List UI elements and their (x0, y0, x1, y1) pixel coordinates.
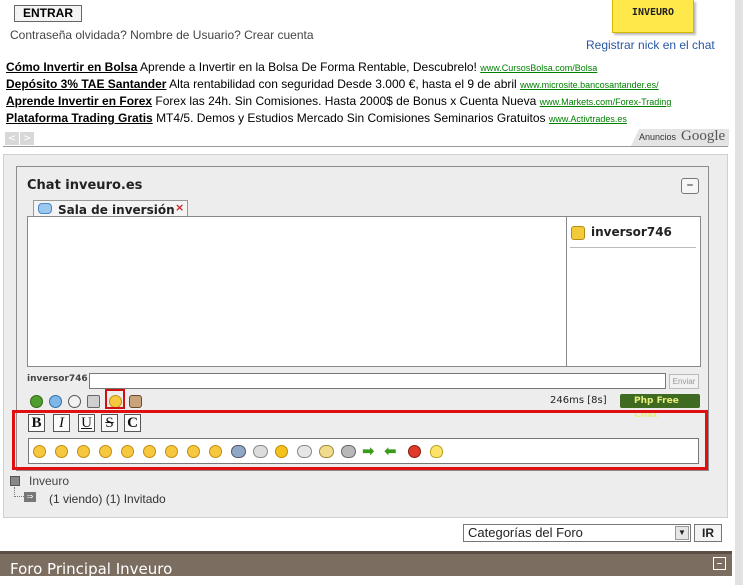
ad-row[interactable]: Cómo Invertir en Bolsa Aprende a Inverti… (6, 60, 597, 74)
ad-row[interactable]: Depósito 3% TAE Santander Alta rentabili… (6, 77, 659, 91)
viewing-count: (1 viendo) (1) Invitado (49, 492, 166, 506)
logo-text: INVEURO (631, 7, 675, 18)
storm-icon[interactable] (341, 445, 356, 458)
grin-icon[interactable] (99, 445, 112, 458)
exclamation-icon[interactable] (408, 445, 421, 458)
chevron-down-icon[interactable]: ▼ (675, 526, 689, 540)
arrow-left-icon[interactable]: ⬅ (384, 442, 397, 460)
tab-label: Sala de inversión (58, 203, 175, 217)
tongue-icon[interactable] (187, 445, 200, 458)
entrar-button[interactable]: ENTRAR (14, 5, 82, 22)
globe-icon[interactable] (30, 395, 43, 408)
forum-node-label[interactable]: Inveuro (29, 474, 69, 488)
ad-description: Alta rentabilidad con seguridad Desde 3.… (169, 77, 517, 91)
sun-cloud-icon[interactable] (319, 445, 334, 458)
smiley-selection-highlight (105, 389, 125, 409)
google-wordmark: Google (681, 128, 726, 144)
rain-cloud-icon[interactable] (231, 445, 246, 458)
clock-icon[interactable] (68, 395, 81, 408)
ad-title[interactable]: Cómo Invertir en Bolsa (6, 60, 137, 74)
bold-button[interactable]: B (28, 414, 45, 432)
inveuro-logo[interactable]: INVEURO (612, 0, 694, 33)
close-icon[interactable]: × (175, 201, 184, 214)
ad-description: MT4/5. Demos y Estudios Mercado Sin Comi… (156, 111, 546, 125)
underline-button[interactable]: U (78, 414, 95, 432)
register-nick-link[interactable]: Registrar nick en el chat (586, 38, 715, 52)
page-scroll-edge (735, 0, 743, 585)
forum-node-icon (10, 476, 20, 486)
ad-row[interactable]: Plataforma Trading Gratis MT4/5. Demos y… (6, 111, 627, 125)
lightbulb-icon[interactable] (430, 445, 443, 458)
user-list: inversor746 (566, 216, 701, 367)
arrow-right-icon[interactable]: ➡ (362, 442, 375, 460)
message-area (27, 216, 567, 367)
ad-url[interactable]: www.Markets.com/Forex-Trading (540, 97, 672, 107)
laugh-icon[interactable] (143, 445, 156, 458)
ads-by-google[interactable]: Anuncios Google (631, 129, 729, 146)
forum-category-select[interactable]: Categorías del Foro ▼ (463, 524, 691, 542)
ad-description: Aprende a Invertir en la Bolsa De Forma … (140, 60, 477, 74)
php-free-chat-badge[interactable]: Php Free Chat (620, 394, 700, 420)
account-links[interactable]: Contraseña olvidada? Nombre de Usuario? … (10, 28, 314, 42)
ad-description: Forex las 24h. Sin Comisiones. Hasta 200… (155, 94, 537, 108)
select-value: Categorías del Foro (468, 525, 583, 540)
ad-url[interactable]: www.Activtrades.es (549, 114, 627, 124)
smile-icon[interactable] (33, 445, 46, 458)
neutral-icon[interactable] (165, 445, 178, 458)
chat-title: Chat inveuro.es (27, 178, 143, 193)
ads-label: Anuncios (639, 132, 677, 142)
user-shield-icon (571, 226, 585, 240)
arrow-icon: ⇒ (24, 492, 36, 502)
chevron-right-icon[interactable]: > (20, 132, 34, 145)
speaker-icon[interactable] (87, 395, 100, 408)
ad-title[interactable]: Depósito 3% TAE Santander (6, 77, 166, 91)
collapse-chat-button[interactable]: – (681, 178, 699, 194)
ad-navigation: < > (5, 130, 35, 145)
strike-button[interactable]: S (101, 414, 118, 432)
nickname-label: inversor746 (27, 374, 88, 384)
divider (570, 247, 696, 248)
user-list-item[interactable]: inversor746 (591, 225, 672, 239)
go-button[interactable]: IR (694, 524, 722, 542)
color-button[interactable]: C (124, 414, 141, 432)
ad-title[interactable]: Plataforma Trading Gratis (6, 111, 153, 125)
collapse-forum-button[interactable]: – (713, 557, 726, 570)
users-icon[interactable] (49, 395, 62, 408)
cloud-icon[interactable] (297, 445, 312, 458)
send-button[interactable]: Enviar (669, 374, 699, 389)
happy-icon[interactable] (55, 445, 68, 458)
ad-title[interactable]: Aprende Invertir en Forex (6, 94, 152, 108)
sun-icon[interactable] (275, 445, 288, 458)
message-input[interactable] (89, 373, 666, 389)
forum-subheader (0, 576, 732, 585)
chevron-left-icon[interactable]: < (5, 132, 19, 145)
tree-connector (14, 487, 24, 497)
surprised-icon[interactable] (77, 445, 90, 458)
divider (3, 146, 728, 147)
ad-row[interactable]: Aprende Invertir en Forex Forex las 24h.… (6, 94, 671, 108)
user-avatar-icon[interactable] (129, 395, 142, 408)
sad-icon[interactable] (121, 445, 134, 458)
speech-bubble-icon (38, 203, 52, 214)
wink-icon[interactable] (209, 445, 222, 458)
snow-cloud-icon[interactable] (253, 445, 268, 458)
italic-button[interactable]: I (53, 414, 70, 432)
ping-status: 246ms [8s] (550, 395, 607, 406)
ad-url[interactable]: www.microsite.bancosantander.es/ (520, 80, 659, 90)
ad-url[interactable]: www.CursosBolsa.com/Bolsa (480, 63, 597, 73)
